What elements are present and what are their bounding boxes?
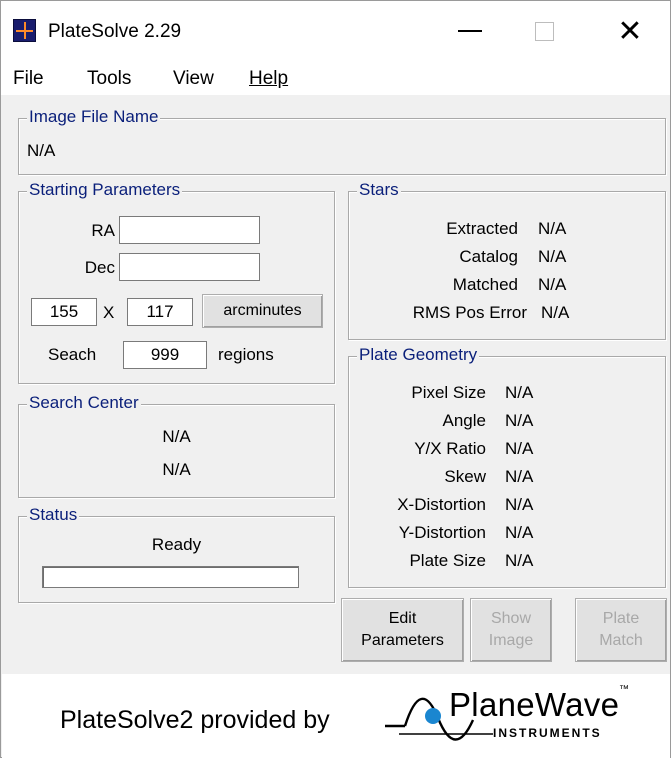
x-distortion-value: N/A (505, 495, 534, 514)
rms-pos-error-value: N/A (541, 303, 570, 322)
status-legend: Status (27, 505, 80, 525)
menu-view[interactable]: View (173, 68, 214, 90)
search-label: Seach (48, 345, 97, 364)
ra-label: RA (91, 221, 115, 240)
stars-legend: Stars (357, 180, 401, 200)
status-text: Ready (151, 535, 202, 554)
pixel-size-value: N/A (505, 383, 534, 402)
close-button[interactable]: ✕ (605, 9, 655, 53)
fov-height-input[interactable] (127, 298, 193, 326)
skew-value: N/A (505, 467, 534, 486)
show-image-line2: Image (488, 632, 534, 649)
dec-input[interactable] (119, 253, 260, 281)
catalog-label: Catalog (459, 247, 518, 266)
plate-size-value: N/A (505, 551, 534, 570)
y-distortion-label: Y-Distortion (398, 523, 486, 542)
menu-help[interactable]: Help (249, 68, 288, 90)
x-distortion-label: X-Distortion (397, 495, 486, 514)
arcminutes-button[interactable]: arcminutes (202, 294, 323, 328)
plate-geometry-group: Plate Geometry Pixel Size N/A Angle N/A … (348, 345, 666, 588)
show-image-button[interactable]: Show Image (470, 598, 552, 662)
planewave-logo-tm: ™ (619, 684, 629, 695)
search-regions-input[interactable] (123, 341, 207, 369)
plate-match-button[interactable]: Plate Match (575, 598, 667, 662)
y-distortion-value: N/A (505, 523, 534, 542)
search-center-legend: Search Center (27, 393, 141, 413)
regions-label: regions (218, 345, 274, 364)
extracted-label: Extracted (446, 219, 518, 238)
maximize-icon (534, 21, 554, 41)
rms-pos-error-label: RMS Pos Error (412, 303, 527, 322)
yx-ratio-label: Y/X Ratio (414, 439, 486, 458)
planewave-logo-subtext: INSTRUMENTS (493, 726, 602, 740)
planewave-logo: PlaneWave ™ INSTRUMENTS (383, 682, 643, 750)
plate-geometry-legend: Plate Geometry (357, 345, 480, 365)
maximize-button[interactable] (519, 9, 569, 53)
edit-parameters-line1: Edit (388, 610, 417, 628)
skew-label: Skew (444, 467, 486, 486)
minimize-icon (458, 30, 482, 32)
fov-width-input[interactable] (31, 298, 97, 326)
matched-value: N/A (538, 275, 567, 294)
matched-label: Matched (452, 275, 518, 294)
window-title: PlateSolve 2.29 (48, 21, 182, 42)
plate-size-label: Plate Size (409, 551, 486, 570)
ra-input[interactable] (119, 216, 260, 244)
starting-parameters-legend: Starting Parameters (27, 180, 183, 200)
catalog-value: N/A (538, 247, 567, 266)
starting-parameters-group: Starting Parameters RA Dec X arcminutes … (18, 180, 335, 384)
show-image-line1: Show (490, 610, 532, 628)
footer-panel: PlateSolve2 provided by PlaneWave ™ INST… (2, 674, 670, 758)
edit-parameters-line2: Parameters (361, 632, 444, 649)
menu-bar: File Tools View Help (1, 61, 670, 95)
angle-value: N/A (505, 411, 534, 430)
plate-match-line2: Match (599, 632, 643, 649)
times-label: X (103, 303, 115, 322)
search-center-group: Search Center N/A N/A (18, 393, 335, 498)
search-center-ra: N/A (162, 427, 191, 446)
angle-label: Angle (442, 411, 486, 430)
pixel-size-label: Pixel Size (411, 383, 486, 402)
plate-match-line1: Plate (602, 610, 640, 628)
title-bar: PlateSolve 2.29 ✕ (1, 1, 670, 61)
image-file-legend: Image File Name (27, 107, 161, 127)
image-file-value: N/A (27, 141, 56, 160)
yx-ratio-value: N/A (505, 439, 534, 458)
edit-parameters-button[interactable]: Edit Parameters (341, 598, 464, 662)
planewave-logo-text: PlaneWave (449, 686, 620, 723)
stars-group: Stars Extracted N/A Catalog N/A Matched … (348, 180, 666, 340)
search-center-dec: N/A (162, 460, 191, 479)
footer-provided-by: PlateSolve2 provided by (60, 706, 330, 734)
extracted-value: N/A (538, 219, 567, 238)
menu-tools[interactable]: Tools (87, 68, 131, 90)
dec-label: Dec (84, 258, 115, 277)
image-file-group: Image File Name N/A (18, 107, 666, 175)
status-group: Status Ready (18, 505, 335, 603)
close-icon: ✕ (617, 14, 643, 48)
menu-file[interactable]: File (13, 68, 44, 90)
minimize-button[interactable] (445, 9, 495, 53)
main-window: PlateSolve 2.29 ✕ File Tools View Help I… (0, 0, 671, 758)
app-crosshair-icon[interactable] (13, 19, 36, 42)
progress-bar (42, 566, 299, 588)
